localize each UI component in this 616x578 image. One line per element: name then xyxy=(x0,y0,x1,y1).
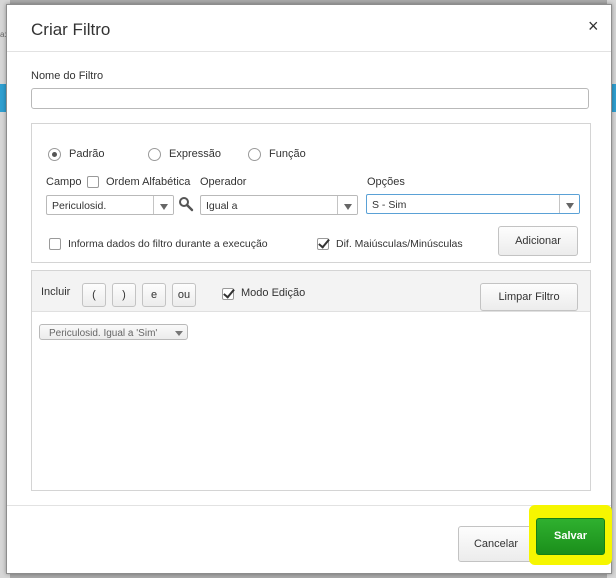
criar-filtro-dialog: Criar Filtro × Nome do Filtro Padrão Exp… xyxy=(6,4,612,574)
campo-label: Campo xyxy=(46,176,82,188)
expression-toolbar: Incluir ( ) e ou Modo Edição Limpar Filt… xyxy=(32,271,590,312)
expression-panel: Incluir ( ) e ou Modo Edição Limpar Filt… xyxy=(31,270,591,491)
radio-funcao[interactable] xyxy=(248,148,261,161)
opcoes-select-value: S - Sim xyxy=(372,199,407,211)
expression-tag[interactable]: Periculosid. Igual a 'Sim' xyxy=(39,324,188,340)
dialog-title: Criar Filtro xyxy=(31,20,111,39)
opcoes-select[interactable]: S - Sim xyxy=(366,194,580,214)
campo-select[interactable]: Periculosid. xyxy=(46,195,174,215)
chevron-down-icon xyxy=(153,196,173,214)
radio-padrao-label: Padrão xyxy=(69,148,105,160)
or-button[interactable]: ou xyxy=(172,283,196,307)
modo-edicao-checkbox[interactable] xyxy=(222,288,234,300)
chevron-down-icon xyxy=(175,331,183,336)
operador-select-value: Igual a xyxy=(206,200,238,212)
ordem-alfabetica-label: Ordem Alfabética xyxy=(106,176,191,188)
radio-funcao-label: Função xyxy=(269,148,306,160)
radio-expressao-label: Expressão xyxy=(169,148,221,160)
operador-label: Operador xyxy=(200,176,247,188)
save-button[interactable]: Salvar xyxy=(536,518,605,555)
opcoes-label: Opções xyxy=(367,176,405,188)
close-icon[interactable]: × xyxy=(588,17,599,35)
dif-maiusculas-checkbox[interactable] xyxy=(317,238,329,250)
adicionar-button[interactable]: Adicionar xyxy=(498,226,578,256)
radio-expressao[interactable] xyxy=(148,148,161,161)
footer-divider xyxy=(7,505,611,506)
radio-padrao[interactable] xyxy=(48,148,61,161)
limpar-filtro-button[interactable]: Limpar Filtro xyxy=(480,283,578,311)
informa-dados-checkbox[interactable] xyxy=(49,238,61,250)
criteria-panel: Padrão Expressão Função Campo Ordem Alfa… xyxy=(31,123,591,263)
and-button[interactable]: e xyxy=(142,283,166,307)
filter-name-input[interactable] xyxy=(31,88,589,109)
close-paren-button[interactable]: ) xyxy=(112,283,136,307)
ordem-alfabetica-checkbox[interactable] xyxy=(87,176,99,188)
expression-tag-text: Periculosid. Igual a 'Sim' xyxy=(49,328,158,339)
magnifier-icon[interactable] xyxy=(178,196,194,212)
modo-edicao-label: Modo Edição xyxy=(241,287,306,299)
dif-maiusculas-label: Dif. Maiúsculas/Minúsculas xyxy=(336,238,463,250)
operador-select[interactable]: Igual a xyxy=(200,195,358,215)
informa-dados-label: Informa dados do filtro durante a execuç… xyxy=(68,238,268,250)
chevron-down-icon xyxy=(337,196,357,214)
chevron-down-icon xyxy=(559,195,579,213)
cancel-button[interactable]: Cancelar xyxy=(458,526,534,562)
incluir-label: Incluir xyxy=(41,286,71,298)
open-paren-button[interactable]: ( xyxy=(82,283,106,307)
campo-select-value: Periculosid. xyxy=(52,200,107,212)
header-divider xyxy=(7,51,611,52)
filter-name-label: Nome do Filtro xyxy=(31,70,104,82)
